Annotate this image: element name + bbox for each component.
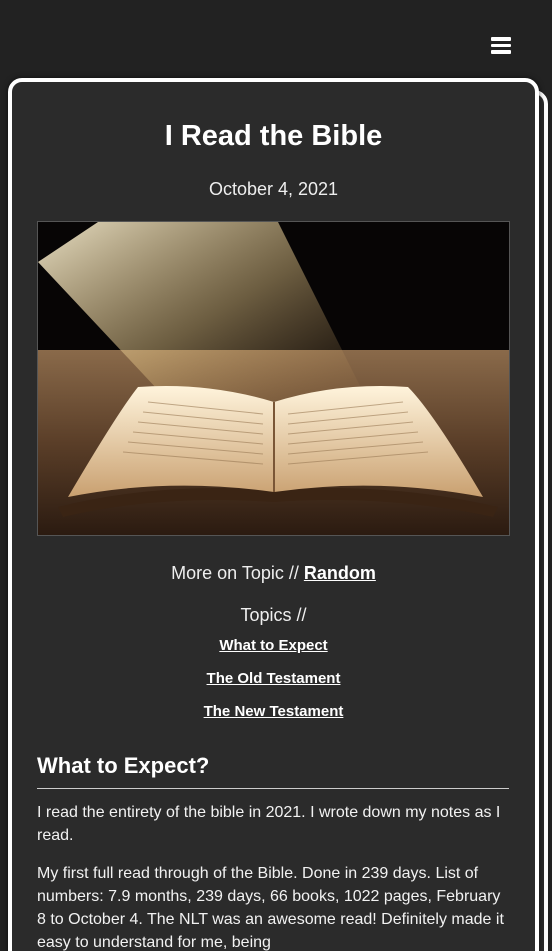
post-title: I Read the Bible (164, 120, 383, 152)
body-paragraph: My first full read through of the Bible.… (37, 865, 504, 951)
section-heading: What to Expect? (37, 753, 210, 778)
random-topic-link[interactable]: Random (304, 563, 376, 583)
topic-link-what-to-expect[interactable]: What to Expect (12, 637, 535, 654)
top-bar (0, 0, 552, 80)
topics-label: Topics // (240, 605, 307, 625)
topic-link-old-testament[interactable]: The Old Testament (12, 670, 535, 687)
post-card: I Read the Bible October 4, 2021 More on… (8, 78, 539, 951)
topic-link-new-testament[interactable]: The New Testament (12, 703, 535, 720)
intro-paragraph: I read the entirety of the bible in 2021… (37, 804, 501, 844)
hamburger-menu-icon[interactable] (491, 36, 511, 54)
more-on-topic: More on Topic // Random (12, 563, 535, 584)
section-divider (37, 788, 509, 789)
hero-image (37, 221, 510, 536)
more-on-topic-label: More on Topic // (171, 563, 304, 583)
post-date: October 4, 2021 (208, 179, 339, 199)
